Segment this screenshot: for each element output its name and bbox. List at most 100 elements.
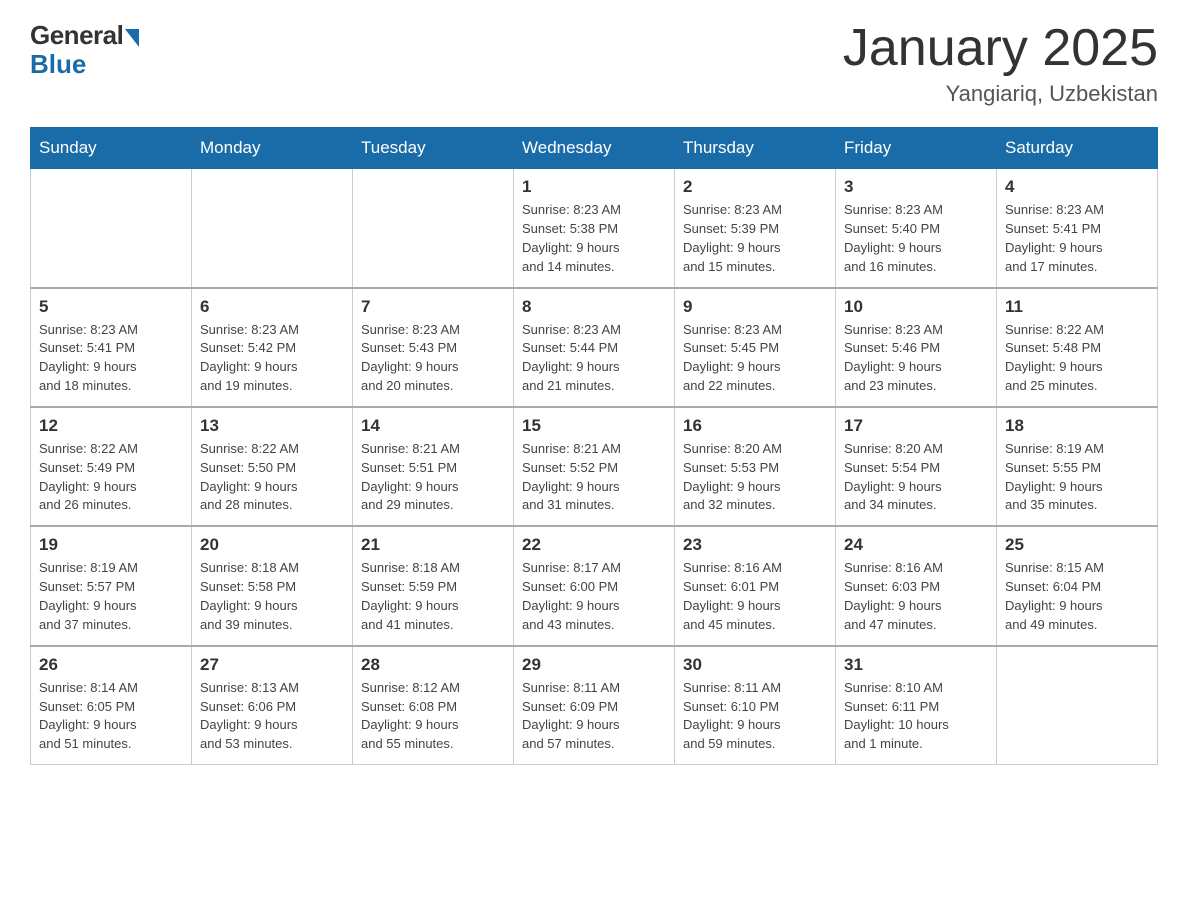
day-number: 28	[361, 655, 505, 675]
day-info: Sunrise: 8:19 AM Sunset: 5:57 PM Dayligh…	[39, 559, 183, 634]
calendar-cell: 14 Sunrise: 8:21 AM Sunset: 5:51 PM Dayli…	[353, 407, 514, 526]
day-info: Sunrise: 8:20 AM Sunset: 5:53 PM Dayligh…	[683, 440, 827, 515]
calendar-cell: 26 Sunrise: 8:14 AM Sunset: 6:05 PM Dayli…	[31, 646, 192, 765]
day-info: Sunrise: 8:11 AM Sunset: 6:09 PM Dayligh…	[522, 679, 666, 754]
week-row-4: 19 Sunrise: 8:19 AM Sunset: 5:57 PM Dayli…	[31, 526, 1158, 645]
day-number: 5	[39, 297, 183, 317]
calendar-cell: 13Sunrise: 8:22 AM Sunset: 5:50 PM Dayli…	[192, 407, 353, 526]
calendar-cell: 22Sunrise: 8:17 AM Sunset: 6:00 PM Dayli…	[514, 526, 675, 645]
calendar-cell	[997, 646, 1158, 765]
logo-blue-text: Blue	[30, 49, 86, 80]
week-row-1: 1Sunrise: 8:23 AM Sunset: 5:38 PM Daylig…	[31, 169, 1158, 288]
day-number: 1	[522, 177, 666, 197]
day-number: 10	[844, 297, 988, 317]
day-info: Sunrise: 8:14 AM Sunset: 6:05 PM Dayligh…	[39, 679, 183, 754]
title-section: January 2025 Yangiariq, Uzbekistan	[843, 20, 1158, 107]
day-info: Sunrise: 8:23 AM Sunset: 5:39 PM Dayligh…	[683, 201, 827, 276]
day-info: Sunrise: 8:23 AM Sunset: 5:41 PM Dayligh…	[39, 321, 183, 396]
day-info: Sunrise: 8:23 AM Sunset: 5:40 PM Dayligh…	[844, 201, 988, 276]
day-info: Sunrise: 8:23 AM Sunset: 5:45 PM Dayligh…	[683, 321, 827, 396]
day-info: Sunrise: 8:11 AM Sunset: 6:10 PM Dayligh…	[683, 679, 827, 754]
calendar-cell: 11 Sunrise: 8:22 AM Sunset: 5:48 PM Dayli…	[997, 288, 1158, 407]
day-number: 2	[683, 177, 827, 197]
days-of-week-row: SundayMondayTuesdayWednesdayThursdayFrid…	[31, 128, 1158, 169]
day-number: 6	[200, 297, 344, 317]
day-info: Sunrise: 8:23 AM Sunset: 5:44 PM Dayligh…	[522, 321, 666, 396]
location-title: Yangiariq, Uzbekistan	[843, 81, 1158, 107]
day-info: Sunrise: 8:15 AM Sunset: 6:04 PM Dayligh…	[1005, 559, 1149, 634]
day-number: 29	[522, 655, 666, 675]
day-number: 17	[844, 416, 988, 436]
day-number: 26	[39, 655, 183, 675]
month-title: January 2025	[843, 20, 1158, 77]
day-info: Sunrise: 8:20 AM Sunset: 5:54 PM Dayligh…	[844, 440, 988, 515]
calendar-cell: 20Sunrise: 8:18 AM Sunset: 5:58 PM Dayli…	[192, 526, 353, 645]
logo-arrow-icon	[125, 29, 139, 47]
calendar-cell	[192, 169, 353, 288]
day-number: 30	[683, 655, 827, 675]
day-number: 14	[361, 416, 505, 436]
day-info: Sunrise: 8:16 AM Sunset: 6:01 PM Dayligh…	[683, 559, 827, 634]
header-friday: Friday	[836, 128, 997, 169]
calendar-cell: 17 Sunrise: 8:20 AM Sunset: 5:54 PM Dayli…	[836, 407, 997, 526]
day-number: 31	[844, 655, 988, 675]
week-row-5: 26 Sunrise: 8:14 AM Sunset: 6:05 PM Dayli…	[31, 646, 1158, 765]
calendar-cell: 12 Sunrise: 8:22 AM Sunset: 5:49 PM Dayli…	[31, 407, 192, 526]
calendar-cell: 8 Sunrise: 8:23 AM Sunset: 5:44 PM Daylig…	[514, 288, 675, 407]
header-monday: Monday	[192, 128, 353, 169]
day-info: Sunrise: 8:21 AM Sunset: 5:51 PM Dayligh…	[361, 440, 505, 515]
day-info: Sunrise: 8:10 AM Sunset: 6:11 PM Dayligh…	[844, 679, 988, 754]
day-info: Sunrise: 8:22 AM Sunset: 5:49 PM Dayligh…	[39, 440, 183, 515]
day-info: Sunrise: 8:23 AM Sunset: 5:42 PM Dayligh…	[200, 321, 344, 396]
day-info: Sunrise: 8:23 AM Sunset: 5:43 PM Dayligh…	[361, 321, 505, 396]
day-info: Sunrise: 8:13 AM Sunset: 6:06 PM Dayligh…	[200, 679, 344, 754]
day-info: Sunrise: 8:22 AM Sunset: 5:48 PM Dayligh…	[1005, 321, 1149, 396]
calendar-cell: 18Sunrise: 8:19 AM Sunset: 5:55 PM Dayli…	[997, 407, 1158, 526]
header-tuesday: Tuesday	[353, 128, 514, 169]
day-info: Sunrise: 8:23 AM Sunset: 5:41 PM Dayligh…	[1005, 201, 1149, 276]
day-number: 4	[1005, 177, 1149, 197]
day-number: 8	[522, 297, 666, 317]
calendar-cell: 6 Sunrise: 8:23 AM Sunset: 5:42 PM Daylig…	[192, 288, 353, 407]
calendar-cell: 27 Sunrise: 8:13 AM Sunset: 6:06 PM Dayli…	[192, 646, 353, 765]
day-info: Sunrise: 8:22 AM Sunset: 5:50 PM Dayligh…	[200, 440, 344, 515]
day-number: 12	[39, 416, 183, 436]
calendar-cell	[31, 169, 192, 288]
calendar-cell: 16 Sunrise: 8:20 AM Sunset: 5:53 PM Dayli…	[675, 407, 836, 526]
calendar-cell: 21Sunrise: 8:18 AM Sunset: 5:59 PM Dayli…	[353, 526, 514, 645]
calendar-cell: 7Sunrise: 8:23 AM Sunset: 5:43 PM Daylig…	[353, 288, 514, 407]
day-info: Sunrise: 8:21 AM Sunset: 5:52 PM Dayligh…	[522, 440, 666, 515]
calendar-cell: 24Sunrise: 8:16 AM Sunset: 6:03 PM Dayli…	[836, 526, 997, 645]
header-thursday: Thursday	[675, 128, 836, 169]
day-number: 19	[39, 535, 183, 555]
calendar-cell	[353, 169, 514, 288]
calendar-cell: 5 Sunrise: 8:23 AM Sunset: 5:41 PM Daylig…	[31, 288, 192, 407]
day-info: Sunrise: 8:17 AM Sunset: 6:00 PM Dayligh…	[522, 559, 666, 634]
calendar-cell: 30 Sunrise: 8:11 AM Sunset: 6:10 PM Dayli…	[675, 646, 836, 765]
day-number: 18	[1005, 416, 1149, 436]
day-number: 3	[844, 177, 988, 197]
calendar-cell: 3 Sunrise: 8:23 AM Sunset: 5:40 PM Daylig…	[836, 169, 997, 288]
day-info: Sunrise: 8:23 AM Sunset: 5:46 PM Dayligh…	[844, 321, 988, 396]
week-row-3: 12 Sunrise: 8:22 AM Sunset: 5:49 PM Dayli…	[31, 407, 1158, 526]
day-info: Sunrise: 8:18 AM Sunset: 5:59 PM Dayligh…	[361, 559, 505, 634]
day-number: 16	[683, 416, 827, 436]
day-info: Sunrise: 8:12 AM Sunset: 6:08 PM Dayligh…	[361, 679, 505, 754]
calendar-cell: 31 Sunrise: 8:10 AM Sunset: 6:11 PM Dayli…	[836, 646, 997, 765]
logo: General Blue	[30, 20, 139, 80]
day-number: 25	[1005, 535, 1149, 555]
day-number: 11	[1005, 297, 1149, 317]
day-number: 27	[200, 655, 344, 675]
calendar-cell: 28 Sunrise: 8:12 AM Sunset: 6:08 PM Dayli…	[353, 646, 514, 765]
day-number: 23	[683, 535, 827, 555]
calendar-cell: 29 Sunrise: 8:11 AM Sunset: 6:09 PM Dayli…	[514, 646, 675, 765]
day-info: Sunrise: 8:18 AM Sunset: 5:58 PM Dayligh…	[200, 559, 344, 634]
calendar-cell: 23 Sunrise: 8:16 AM Sunset: 6:01 PM Dayli…	[675, 526, 836, 645]
page-header: General Blue January 2025 Yangiariq, Uzb…	[30, 20, 1158, 107]
header-saturday: Saturday	[997, 128, 1158, 169]
calendar-cell: 15Sunrise: 8:21 AM Sunset: 5:52 PM Dayli…	[514, 407, 675, 526]
calendar-cell: 19 Sunrise: 8:19 AM Sunset: 5:57 PM Dayli…	[31, 526, 192, 645]
calendar-cell: 9Sunrise: 8:23 AM Sunset: 5:45 PM Daylig…	[675, 288, 836, 407]
calendar-cell: 10 Sunrise: 8:23 AM Sunset: 5:46 PM Dayli…	[836, 288, 997, 407]
calendar-cell: 2 Sunrise: 8:23 AM Sunset: 5:39 PM Daylig…	[675, 169, 836, 288]
